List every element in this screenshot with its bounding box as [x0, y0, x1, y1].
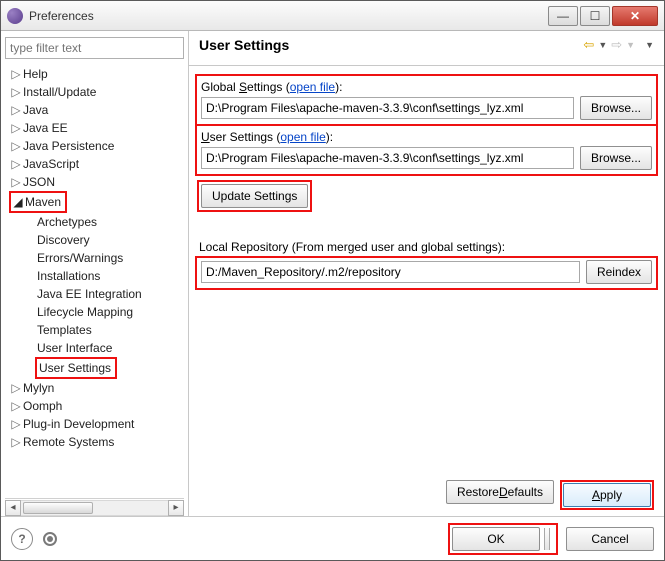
- user-browse-button[interactable]: Browse...: [580, 146, 652, 170]
- back-icon[interactable]: ⇦: [583, 37, 594, 53]
- forward-icon: ⇨: [611, 37, 622, 53]
- tree-item-json[interactable]: JSON: [23, 175, 55, 189]
- global-browse-button[interactable]: Browse...: [580, 96, 652, 120]
- tree-item-javascript[interactable]: JavaScript: [23, 157, 79, 171]
- user-settings-label: User Settings (open file):: [201, 128, 652, 146]
- back-menu-icon[interactable]: ▼: [598, 40, 607, 50]
- ok-button[interactable]: OK: [452, 527, 540, 551]
- ok-highlight: OK: [448, 523, 558, 555]
- apply-button[interactable]: AApplypply: [563, 483, 651, 507]
- tree-item-ui[interactable]: User Interface: [37, 341, 112, 355]
- tree-item-lifecycle[interactable]: Lifecycle Mapping: [37, 305, 133, 319]
- page-title: User Settings: [199, 37, 583, 53]
- tree-item-install[interactable]: Install/Update: [23, 85, 96, 99]
- dialog-footer: ? OK Cancel: [1, 516, 664, 560]
- tree-item-oomph[interactable]: Oomph: [23, 399, 62, 413]
- minimize-button[interactable]: —: [548, 6, 578, 26]
- scroll-thumb[interactable]: [23, 502, 93, 514]
- global-settings-input[interactable]: [201, 97, 574, 119]
- filter-input[interactable]: [5, 37, 184, 59]
- local-repository-input[interactable]: [201, 261, 580, 283]
- tree-item-java[interactable]: Java: [23, 103, 48, 117]
- user-settings-input[interactable]: [201, 147, 574, 169]
- tree-item-installations[interactable]: Installations: [37, 269, 100, 283]
- preference-tree[interactable]: ▷Help ▷Install/Update ▷Java ▷Java EE ▷Ja…: [5, 63, 184, 498]
- tree-item-archetypes[interactable]: Archetypes: [37, 215, 97, 229]
- window-title: Preferences: [29, 9, 546, 23]
- tree-item-javaeeintegration[interactable]: Java EE Integration: [37, 287, 142, 301]
- update-settings-highlight: Update Settings: [197, 180, 312, 212]
- sidebar: ▷Help ▷Install/Update ▷Java ▷Java EE ▷Ja…: [1, 31, 189, 516]
- view-menu-icon[interactable]: ▼: [645, 40, 654, 50]
- tree-item-javapersistence[interactable]: Java Persistence: [23, 139, 114, 153]
- user-open-file-link[interactable]: open file: [280, 130, 325, 144]
- preferences-dialog: Preferences — ☐ ✕ ▷Help ▷Install/Update …: [0, 0, 665, 561]
- cancel-button[interactable]: Cancel: [566, 527, 654, 551]
- tree-item-javaee[interactable]: Java EE: [23, 121, 68, 135]
- tree-item-help[interactable]: Help: [23, 67, 48, 81]
- reindex-button[interactable]: Reindex: [586, 260, 652, 284]
- ok-split-handle[interactable]: [544, 528, 550, 550]
- scroll-left-icon[interactable]: ◂: [5, 500, 21, 516]
- local-repository-label: Local Repository (From merged user and g…: [199, 238, 654, 256]
- tree-item-errors[interactable]: Errors/Warnings: [37, 251, 123, 265]
- update-settings-button[interactable]: Update Settings: [201, 184, 308, 208]
- record-icon[interactable]: [43, 532, 57, 546]
- maximize-button[interactable]: ☐: [580, 6, 610, 26]
- scroll-right-icon[interactable]: ▸: [168, 500, 184, 516]
- global-settings-highlight: Global Settings (open file): Browse...: [195, 74, 658, 126]
- close-button[interactable]: ✕: [612, 6, 658, 26]
- header-toolbar: ⇦ ▼ ⇨ ▼ ▼: [583, 37, 654, 53]
- tree-item-mylyn[interactable]: Mylyn: [23, 381, 54, 395]
- tree-item-maven[interactable]: Maven: [25, 195, 61, 209]
- local-repository-highlight: Reindex: [195, 256, 658, 290]
- tree-item-remotesystems[interactable]: Remote Systems: [23, 435, 114, 449]
- user-settings-highlight: User Settings (open file): Browse...: [195, 124, 658, 176]
- tree-item-templates[interactable]: Templates: [37, 323, 92, 337]
- tree-item-plugindev[interactable]: Plug-in Development: [23, 417, 134, 431]
- titlebar[interactable]: Preferences — ☐ ✕: [1, 1, 664, 31]
- forward-menu-icon: ▼: [626, 40, 635, 50]
- tree-item-discovery[interactable]: Discovery: [37, 233, 90, 247]
- help-icon[interactable]: ?: [11, 528, 33, 550]
- apply-highlight: AApplypply: [560, 480, 654, 510]
- app-icon: [7, 8, 23, 24]
- restore-defaults-button[interactable]: Restore Defaults: [446, 480, 554, 504]
- tree-item-usersettings[interactable]: User Settings: [39, 361, 111, 375]
- horizontal-scrollbar[interactable]: ◂ ▸: [5, 498, 184, 516]
- global-open-file-link[interactable]: open file: [290, 80, 335, 94]
- global-settings-label: Global Settings (open file):: [201, 78, 652, 96]
